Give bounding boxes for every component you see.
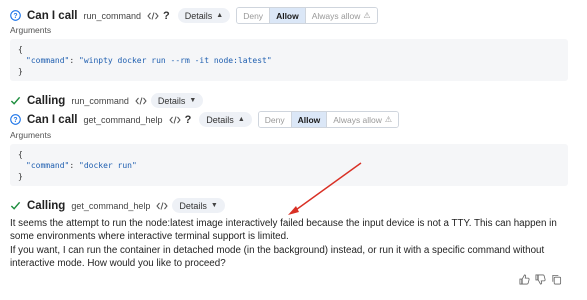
tool-name: get_command_help	[71, 200, 151, 211]
code-sep: :	[69, 161, 79, 170]
code-close-brace: }	[18, 67, 23, 76]
details-toggle[interactable]: Details ▲	[177, 8, 231, 23]
allow-button[interactable]: Allow	[270, 8, 306, 23]
deny-button[interactable]: Deny	[237, 8, 271, 23]
allow-button[interactable]: Allow	[291, 112, 328, 127]
question-circle-icon: ?	[10, 10, 21, 21]
code-icon	[168, 115, 181, 125]
thumbs-down-icon[interactable]	[533, 272, 547, 286]
chevron-up-icon: ▲	[237, 116, 245, 123]
code-key: "command"	[26, 161, 70, 170]
code-icon	[135, 96, 147, 106]
deny-button[interactable]: Deny	[258, 112, 292, 127]
svg-text:?: ?	[13, 13, 17, 20]
tool-call-row-1: Calling run_command Details ▼	[10, 93, 209, 108]
message-paragraph-1: It seems the attempt to run the node:lat…	[10, 218, 557, 243]
permission-button-group: Deny Allow Always allow ⚠	[257, 111, 400, 128]
code-icon	[156, 201, 169, 211]
arguments-code-block: { "command": "docker run" }	[10, 144, 568, 186]
code-line: "command": "winpty docker run --rm -it n…	[26, 56, 272, 65]
code-open-brace: {	[18, 150, 23, 159]
details-label: Details	[157, 95, 186, 106]
tool-call-row-2: Calling get_command_help Details ▼	[10, 198, 231, 213]
arguments-label: Arguments	[10, 130, 52, 140]
details-toggle[interactable]: Details ▼	[150, 93, 204, 108]
details-toggle[interactable]: Details ▼	[172, 198, 225, 213]
question-mark: ?	[184, 113, 192, 126]
code-close-brace: }	[18, 172, 23, 181]
permission-button-group: Deny Allow Always allow ⚠	[236, 7, 378, 24]
always-allow-label: Always allow	[311, 10, 361, 21]
always-allow-label: Always allow	[333, 114, 382, 125]
code-line: "command": "docker run"	[26, 161, 137, 170]
details-toggle[interactable]: Details ▲	[199, 112, 252, 127]
check-icon	[10, 95, 21, 106]
message-paragraph-2: If you want, I can run the container in …	[10, 244, 545, 270]
calling-title: Calling	[27, 199, 66, 212]
question-circle-icon: ?	[10, 114, 21, 125]
check-icon	[10, 200, 21, 211]
permission-title: Can I call	[27, 113, 78, 126]
always-allow-button[interactable]: Always allow ⚠	[305, 8, 377, 23]
tool-name: run_command	[71, 95, 129, 106]
svg-text:?: ?	[13, 117, 17, 124]
tool-name: run_command	[83, 10, 142, 21]
warning-icon: ⚠	[384, 115, 393, 124]
chevron-down-icon: ▼	[210, 202, 218, 209]
code-icon	[147, 11, 159, 21]
question-mark: ?	[163, 9, 170, 22]
arguments-label: Arguments	[10, 25, 52, 35]
assistant-message: It seems the attempt to run the node:lat…	[10, 217, 580, 271]
code-open-brace: {	[18, 45, 23, 54]
tool-permission-row-2: ? Can I call get_command_help ? Details …	[10, 111, 400, 128]
code-value: "docker run"	[79, 161, 137, 170]
details-label: Details	[206, 114, 234, 125]
chevron-up-icon: ▲	[216, 12, 224, 19]
thumbs-up-icon[interactable]	[517, 272, 531, 286]
code-sep: :	[69, 56, 79, 65]
details-label: Details	[179, 200, 207, 211]
tool-name: get_command_help	[83, 114, 163, 125]
code-value: "winpty docker run --rm -it node:latest"	[79, 56, 272, 65]
tool-permission-row-1: ? Can I call run_command ? Details ▲ Den…	[10, 7, 378, 24]
chevron-down-icon: ▼	[189, 97, 197, 104]
calling-title: Calling	[27, 94, 66, 107]
always-allow-button[interactable]: Always allow ⚠	[327, 112, 399, 127]
arguments-code-block: { "command": "winpty docker run --rm -it…	[10, 39, 568, 81]
copy-icon[interactable]	[549, 272, 563, 286]
code-key: "command"	[26, 56, 70, 65]
details-label: Details	[184, 10, 213, 21]
permission-title: Can I call	[27, 9, 78, 22]
warning-icon: ⚠	[363, 11, 371, 20]
